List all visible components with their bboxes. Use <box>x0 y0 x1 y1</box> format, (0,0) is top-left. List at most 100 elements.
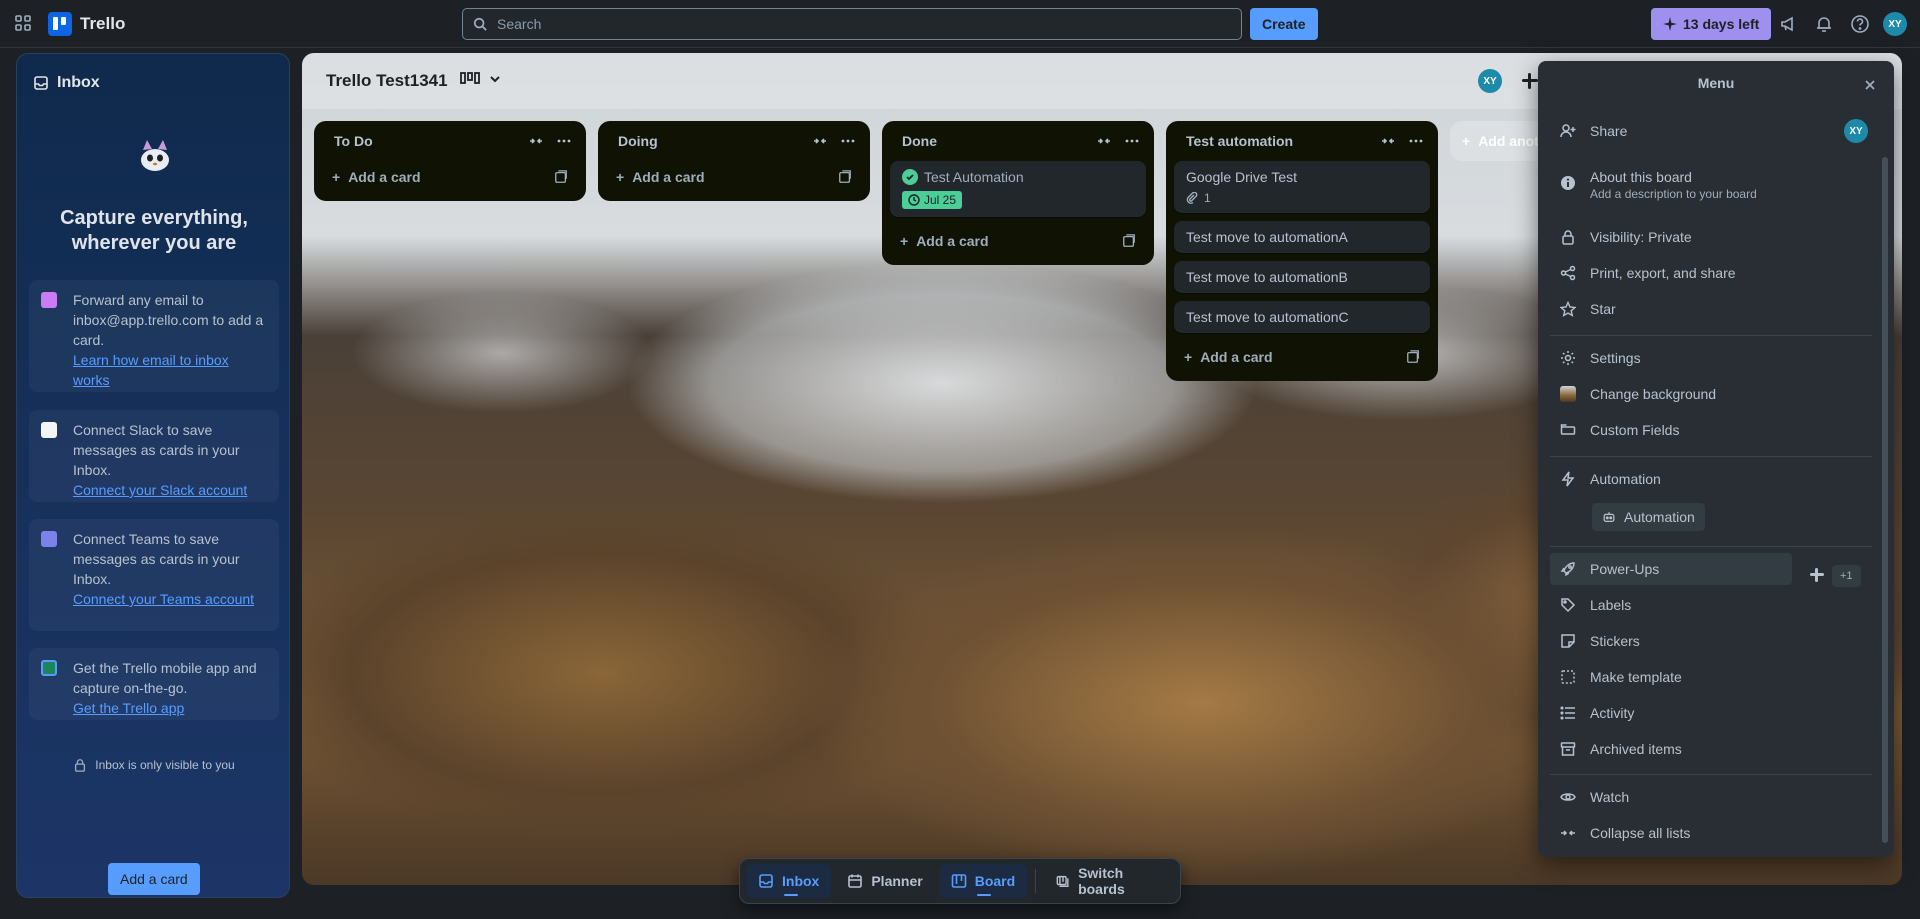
list-more-icon[interactable] <box>834 127 862 155</box>
create-button[interactable]: Create <box>1250 8 1318 40</box>
trial-badge[interactable]: 13 days left <box>1651 8 1772 40</box>
card-test-move-b[interactable]: Test move to automationB <box>1174 261 1430 293</box>
learn-email-to-inbox-link[interactable]: Learn how email to inbox works <box>73 350 269 390</box>
menu-star-label: Star <box>1590 301 1616 317</box>
search-box[interactable] <box>462 8 1242 40</box>
list-more-icon[interactable] <box>1402 127 1430 155</box>
menu-watch[interactable]: Watch <box>1550 781 1872 813</box>
add-card-button[interactable]: + Add a card <box>606 161 862 193</box>
list-name[interactable]: Test automation <box>1186 133 1374 149</box>
add-card-button[interactable]: + Add a card <box>890 225 1146 257</box>
close-icon[interactable] <box>1860 75 1880 95</box>
slack-powerup-icon[interactable] <box>1808 566 1826 584</box>
nav-board[interactable]: Board <box>938 864 1028 898</box>
card-test-move-a[interactable]: Test move to automationA <box>1174 221 1430 253</box>
collapse-list-icon[interactable] <box>1090 127 1118 155</box>
attachment-count-text: 1 <box>1204 191 1211 205</box>
teams-connect-card: Connect Teams to save messages as cards … <box>29 519 279 631</box>
nav-planner[interactable]: Planner <box>835 864 934 898</box>
menu-scrollbar[interactable] <box>1882 157 1888 843</box>
inbox-add-card-button[interactable]: Add a card <box>108 863 200 895</box>
sticker-icon <box>1561 634 1575 648</box>
slack-powerup-icon[interactable] <box>1520 71 1540 91</box>
collapse-list-icon[interactable] <box>806 127 834 155</box>
menu-stickers[interactable]: Stickers <box>1550 625 1872 657</box>
list-header: Done <box>882 121 1154 161</box>
lock-icon <box>1562 230 1574 245</box>
menu-star[interactable]: Star <box>1550 293 1872 325</box>
nav-switch-boards[interactable]: Switch boards <box>1044 864 1174 898</box>
teams-connect-text: Connect Teams to save messages as cards … <box>73 531 240 587</box>
list-name[interactable]: Done <box>902 133 1090 149</box>
archive-icon <box>1560 742 1576 756</box>
menu-activity[interactable]: Activity <box>1550 697 1872 729</box>
menu-make-template[interactable]: Make template <box>1550 661 1872 693</box>
add-card-button[interactable]: + Add a card <box>322 161 578 193</box>
power-ups-more-badge[interactable]: +1 <box>1832 565 1861 587</box>
notifications-bell-icon[interactable] <box>1814 14 1834 34</box>
due-date-badge[interactable]: Jul 25 <box>902 191 963 209</box>
board-view-switcher[interactable] <box>460 71 502 87</box>
connect-slack-link[interactable]: Connect your Slack account <box>73 480 269 500</box>
paperclip-icon <box>1186 192 1198 204</box>
connect-teams-link[interactable]: Connect your Teams account <box>73 589 269 609</box>
inbox-visibility-text: Inbox is only visible to you <box>95 758 235 772</box>
nav-inbox[interactable]: Inbox <box>746 864 832 898</box>
user-avatar[interactable]: XY <box>1883 12 1907 36</box>
help-icon[interactable] <box>1850 14 1870 34</box>
card-test-automation[interactable]: Test Automation Jul 25 <box>890 161 1146 217</box>
menu-visibility[interactable]: Visibility: Private <box>1550 221 1872 253</box>
nav-switch-label: Switch boards <box>1078 865 1125 897</box>
menu-collapse-lists[interactable]: Collapse all lists <box>1550 817 1872 849</box>
card-test-move-c[interactable]: Test move to automationC <box>1174 301 1430 333</box>
eye-icon <box>1560 793 1576 801</box>
list-done: Done Test Automation Jul 25 + Add a card <box>882 121 1154 265</box>
gear-icon <box>1561 351 1575 365</box>
menu-archived-items[interactable]: Archived items <box>1550 733 1872 765</box>
list-more-icon[interactable] <box>1118 127 1146 155</box>
add-card-label: Add a card <box>1200 349 1273 365</box>
board-member-avatar[interactable]: XY <box>1478 69 1502 93</box>
menu-change-background[interactable]: Change background <box>1550 378 1872 410</box>
card-template-icon[interactable] <box>1406 350 1420 364</box>
trello-logo[interactable]: Trello <box>48 12 125 36</box>
menu-labels[interactable]: Labels <box>1550 589 1872 621</box>
menu-settings-label: Settings <box>1590 350 1641 366</box>
card-template-icon[interactable] <box>1122 234 1136 248</box>
mobile-phone-icon <box>41 660 57 676</box>
list-name[interactable]: To Do <box>334 133 522 149</box>
custom-fields-icon <box>1560 424 1576 435</box>
menu-print-export[interactable]: Print, export, and share <box>1550 257 1872 289</box>
automation-button[interactable]: Automation <box>1592 503 1705 531</box>
get-trello-app-link[interactable]: Get the Trello app <box>73 698 269 718</box>
add-card-button[interactable]: + Add a card <box>1174 341 1430 373</box>
menu-automation[interactable]: Automation <box>1550 463 1872 495</box>
nav-inbox-label: Inbox <box>782 873 820 889</box>
menu-labels-label: Labels <box>1590 597 1632 613</box>
top-bar: Trello Create 13 days left XY <box>0 0 1920 48</box>
card-template-icon[interactable] <box>838 170 852 184</box>
list-more-icon[interactable] <box>550 127 578 155</box>
plus-icon: + <box>332 169 341 185</box>
clock-icon <box>908 194 920 206</box>
megaphone-icon[interactable] <box>1779 14 1799 34</box>
search-input[interactable] <box>495 15 1241 33</box>
add-card-label: Add a card <box>348 169 421 185</box>
board-title[interactable]: Trello Test1341 <box>326 71 448 91</box>
card-template-icon[interactable] <box>554 170 568 184</box>
list-test-automation: Test automation Google Drive Test 1 Test… <box>1166 121 1438 381</box>
inbox-visibility-note: Inbox is only visible to you <box>17 758 291 772</box>
collapse-list-icon[interactable] <box>522 127 550 155</box>
card-google-drive-test[interactable]: Google Drive Test 1 <box>1174 161 1430 213</box>
menu-share[interactable]: Share XY <box>1550 115 1872 147</box>
app-switcher-icon[interactable] <box>14 14 34 34</box>
menu-about-board[interactable]: About this board Add a description to yo… <box>1550 165 1872 209</box>
chevron-down-icon <box>490 76 500 83</box>
menu-power-ups[interactable]: Power-Ups <box>1550 553 1792 585</box>
menu-custom-fields[interactable]: Custom Fields <box>1550 414 1872 446</box>
trial-label: 13 days left <box>1683 16 1760 32</box>
complete-check-icon[interactable] <box>902 169 918 185</box>
collapse-list-icon[interactable] <box>1374 127 1402 155</box>
list-name[interactable]: Doing <box>618 133 806 149</box>
menu-settings[interactable]: Settings <box>1550 342 1872 374</box>
